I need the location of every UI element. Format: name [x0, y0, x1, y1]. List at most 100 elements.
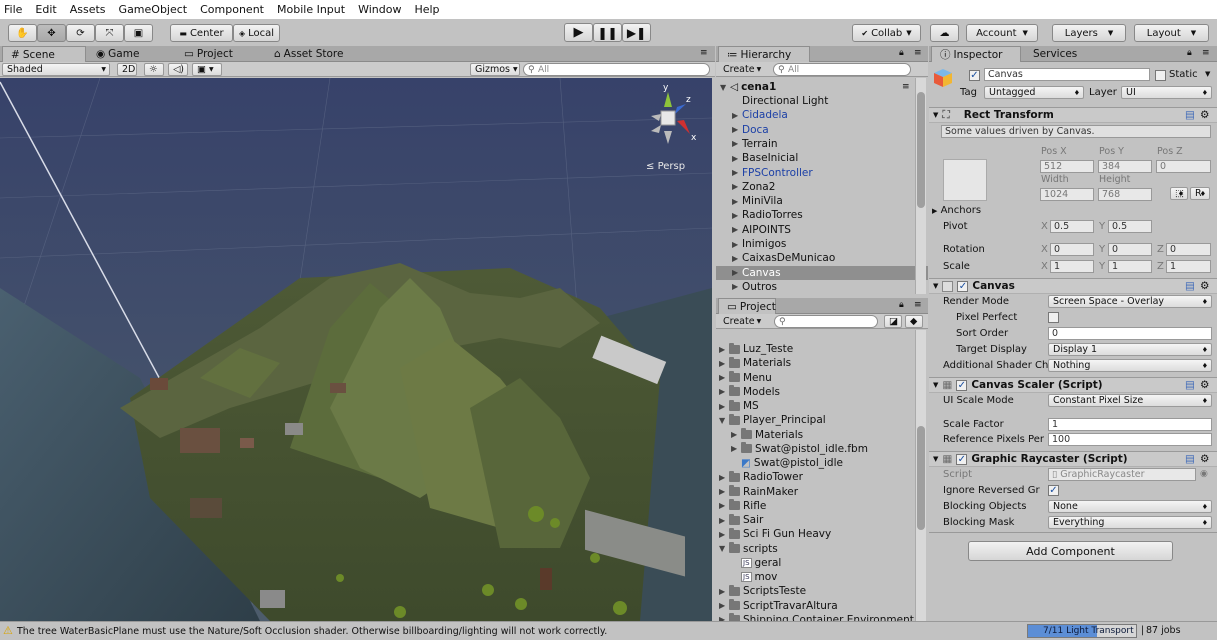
blocking-mask-dropdown[interactable]: Everything	[1048, 516, 1212, 529]
cloud-button[interactable]: ☁	[930, 24, 959, 42]
reference-pixels-field[interactable]: 100	[1048, 433, 1212, 446]
expand-arrow-icon[interactable]: ▶	[731, 430, 741, 439]
project-folder[interactable]: ▶ MS	[719, 399, 759, 413]
tab-project[interactable]: ▭ Project	[176, 46, 264, 62]
expand-arrow-icon[interactable]: ▶	[732, 111, 742, 120]
lock-icon[interactable]: 🔒︎	[899, 300, 904, 310]
expand-arrow-icon[interactable]: ▶	[732, 197, 742, 206]
project-folder[interactable]: ▶ Sair	[719, 513, 763, 527]
expand-arrow-icon[interactable]: ▶	[719, 587, 729, 596]
hierarchy-item[interactable]: ▶ Inimigos	[716, 237, 928, 251]
target-display-dropdown[interactable]: Display 1	[1048, 343, 1212, 356]
rotate-tool-button[interactable]: ⟳	[66, 24, 95, 42]
menu-help[interactable]: Help	[414, 3, 439, 16]
project-folder[interactable]: ▶ Rifle	[719, 499, 766, 513]
ui-scale-mode-dropdown[interactable]: Constant Pixel Size	[1048, 394, 1212, 407]
expand-arrow-icon[interactable]: ▶	[732, 154, 742, 163]
expand-arrow-icon[interactable]: ▶	[732, 182, 742, 191]
scale-x-field[interactable]: 1	[1050, 260, 1094, 273]
object-name-field[interactable]: Canvas	[984, 68, 1150, 81]
project-asset[interactable]: ◩ Swat@pistol_idle	[731, 456, 843, 470]
rect-tool-button[interactable]: ▣	[124, 24, 153, 42]
hierarchy-item[interactable]: ▶ Doca	[716, 123, 928, 137]
project-folder[interactable]: ▶ Shipping Container Environment	[719, 613, 914, 621]
help-book-icon[interactable]: ▤	[1185, 453, 1195, 465]
play-button[interactable]: ▶	[564, 23, 593, 42]
tab-asset-store[interactable]: ⌂ Asset Store	[266, 46, 366, 62]
project-folder[interactable]: ▶ RainMaker	[719, 485, 798, 499]
blocking-objects-dropdown[interactable]: None	[1048, 500, 1212, 513]
expand-arrow-icon[interactable]: ▶	[732, 282, 742, 291]
move-tool-button[interactable]: ✥	[37, 24, 66, 42]
audio-toggle[interactable]: ◁)	[168, 63, 188, 76]
pivot-center-button[interactable]: ▬ Center	[170, 24, 233, 42]
expand-arrow-icon[interactable]: ▶	[731, 444, 741, 453]
expand-arrow-icon[interactable]: ▶	[719, 373, 729, 382]
active-checkbox[interactable]: ✓	[969, 70, 980, 81]
posz-field[interactable]: 0	[1156, 160, 1211, 173]
2d-toggle[interactable]: 2D	[117, 63, 137, 76]
account-dropdown[interactable]: Account ▼	[966, 24, 1038, 42]
expand-arrow-icon[interactable]: ▶	[732, 240, 742, 249]
canvas-component-header[interactable]: ▼ ✓ Canvas ▤ ⚙	[929, 278, 1217, 294]
hierarchy-search-input[interactable]: ⚲ All	[773, 63, 911, 76]
scene-view[interactable]: y z x ≤ Persp	[0, 78, 712, 621]
expand-arrow-icon[interactable]: ▼	[719, 544, 729, 553]
tag-dropdown[interactable]: Untagged	[984, 86, 1084, 99]
project-folder[interactable]: ▶ Luz_Teste	[719, 342, 793, 356]
panel-menu-icon[interactable]: ≡	[1202, 48, 1210, 58]
project-folder[interactable]: ▶ Models	[719, 385, 780, 399]
project-folder[interactable]: ▶ ScriptTravarAltura	[719, 599, 838, 613]
panel-menu-icon[interactable]: ≡	[700, 48, 708, 58]
layers-dropdown[interactable]: Layers ▼	[1052, 24, 1126, 42]
project-folder[interactable]: ▶ ScriptsTeste	[719, 584, 806, 598]
expand-arrow-icon[interactable]: ▶	[732, 268, 742, 277]
chevron-down-icon[interactable]: ▼	[1205, 70, 1210, 78]
panel-menu-icon[interactable]: ≡	[902, 82, 910, 92]
graphic-raycaster-header[interactable]: ▼ ▦ ✓ Graphic Raycaster (Script) ▤ ⚙	[929, 451, 1217, 467]
pause-button[interactable]: ❚❚	[593, 23, 622, 42]
scene-search-input[interactable]: ⚲ All	[523, 63, 710, 76]
hierarchy-item[interactable]: ▶ AIPOINTS	[716, 223, 928, 237]
additional-shader-dropdown[interactable]: Nothing	[1048, 359, 1212, 372]
static-checkbox[interactable]	[1155, 70, 1166, 81]
project-folder[interactable]: ▼ Player_Principal	[719, 413, 826, 427]
expand-arrow-icon[interactable]: ▶	[719, 387, 729, 396]
hierarchy-item[interactable]: ▶ Outros	[716, 280, 928, 294]
panel-menu-icon[interactable]: ≡	[914, 300, 922, 310]
anchor-presets-button[interactable]	[943, 159, 987, 201]
project-folder[interactable]: ▶ RadioTower	[719, 470, 803, 484]
tab-hierarchy[interactable]: ≔ Hierarchy	[718, 46, 810, 62]
pivot-x-field[interactable]: 0.5	[1050, 220, 1094, 233]
expand-arrow-icon[interactable]: ▶	[719, 473, 729, 482]
filter-by-label-button[interactable]: ◆	[905, 315, 923, 328]
layout-dropdown[interactable]: Layout ▼	[1134, 24, 1209, 42]
hierarchy-item[interactable]: ▶ RadioTorres	[716, 208, 928, 222]
project-asset[interactable]: JS mov	[731, 570, 777, 584]
progress-bar[interactable]: 7/11 Light Transport	[1027, 624, 1137, 638]
tab-inspector[interactable]: ⓘ Inspector	[931, 46, 1021, 62]
expand-arrow-icon[interactable]: ▶	[719, 402, 729, 411]
tab-scene[interactable]: # Scene	[2, 46, 86, 62]
project-search-input[interactable]: ⚲	[774, 315, 878, 328]
expand-arrow-icon[interactable]: ▶	[732, 125, 742, 134]
orientation-gizmo[interactable]: y z x	[641, 83, 701, 153]
project-scrollbar[interactable]	[915, 330, 926, 621]
menu-window[interactable]: Window	[358, 3, 401, 16]
step-button[interactable]: ▶❚	[622, 23, 651, 42]
lighting-toggle[interactable]: ☼	[144, 63, 164, 76]
expand-arrow-icon[interactable]: ▶	[719, 359, 729, 368]
canvas-scaler-enabled-checkbox[interactable]: ✓	[956, 379, 968, 391]
gear-icon[interactable]: ⚙	[1200, 109, 1209, 121]
expand-arrow-icon[interactable]: ▶	[719, 516, 729, 525]
console-message[interactable]: The tree WaterBasicPlane must use the Na…	[17, 626, 607, 637]
expand-arrow-icon[interactable]: ▶	[719, 530, 729, 539]
hierarchy-item[interactable]: ▶ BaseInicial	[716, 151, 928, 165]
collab-button[interactable]: ✔ Collab ▼	[852, 24, 921, 42]
pivot-y-field[interactable]: 0.5	[1108, 220, 1152, 233]
hand-tool-button[interactable]: ✋	[8, 24, 37, 42]
blueprint-mode-button[interactable]: ⬚	[1170, 187, 1188, 200]
hierarchy-item[interactable]: ▶ FPSController	[716, 166, 928, 180]
hierarchy-scrollbar[interactable]	[915, 78, 926, 294]
persp-label[interactable]: ≤ Persp	[646, 161, 685, 172]
